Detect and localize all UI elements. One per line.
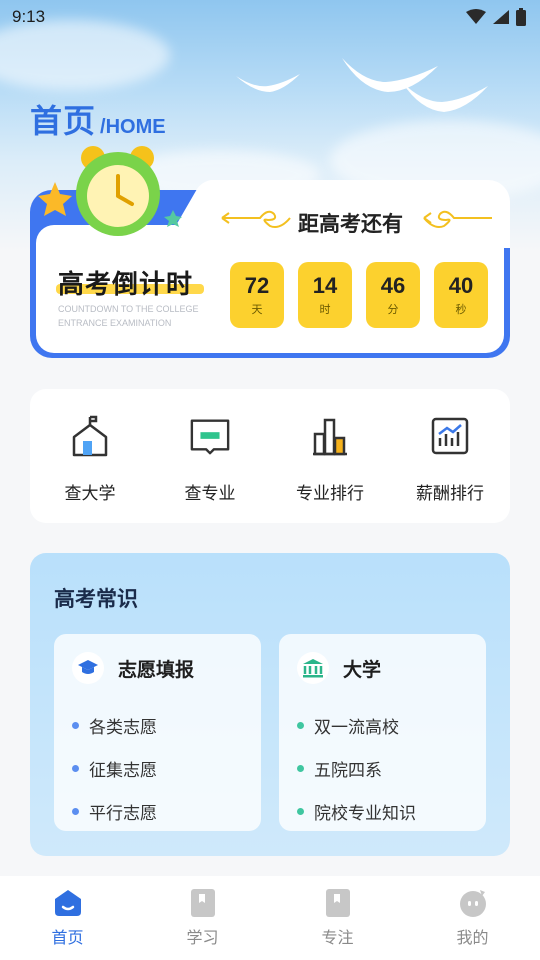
quick-menu: 查大学 查专业 专业排行 薪酬排行 — [30, 389, 510, 523]
card-application[interactable]: 志愿填报 各类志愿 征集志愿 平行志愿 — [54, 634, 261, 831]
university-icon — [303, 659, 323, 678]
page-title: 首页 /HOME — [30, 96, 166, 142]
list-item[interactable]: 双一流高校 — [297, 704, 416, 747]
home-icon — [54, 890, 81, 916]
countdown-title: 高考倒计时 — [58, 270, 194, 300]
tab-home[interactable]: 首页 — [0, 876, 135, 960]
list-item[interactable]: 征集志愿 — [72, 747, 157, 790]
alarm-clock-icon — [38, 146, 182, 236]
countdown-seconds: 40 秒 — [434, 262, 488, 328]
card-university-title: 大学 — [343, 658, 382, 681]
status-time: 9:13 — [12, 7, 46, 26]
ribbon-left-decoration — [221, 210, 291, 228]
countdown-days: 72 天 — [230, 262, 284, 328]
menu-item-major[interactable]: 查专业 — [150, 389, 270, 523]
bar-chart-icon — [313, 418, 347, 456]
profile-icon — [459, 890, 486, 917]
graduation-cap-icon — [78, 660, 98, 674]
trend-chart-icon — [431, 417, 469, 455]
seagull-icon — [402, 82, 488, 112]
signal-icon — [493, 10, 509, 24]
bottom-tab-bar: 首页 学习 专注 我的 — [0, 876, 540, 960]
page-title-cn: 首页 — [30, 102, 97, 140]
countdown-minutes: 46 分 — [366, 262, 420, 328]
status-bar: 9:13 — [0, 0, 540, 34]
knowledge-section: 高考常识 志愿填报 各类志愿 征集志愿 平行志愿 大学 双一流高校 五院四系 院… — [30, 553, 510, 856]
tab-profile[interactable]: 我的 — [405, 876, 540, 960]
ribbon-right-decoration — [423, 210, 492, 228]
battery-icon — [516, 8, 526, 26]
wifi-icon — [466, 9, 486, 24]
seagull-icon — [236, 74, 300, 92]
countdown-subtitle: COUNTDOWN TO THE COLLEGE ENTRANCE EXAMIN… — [58, 304, 199, 328]
countdown-heading: 距高考还有 — [298, 212, 403, 236]
menu-item-university[interactable]: 查大学 — [30, 389, 150, 523]
menu-item-major-ranking[interactable]: 专业排行 — [270, 389, 390, 523]
school-building-icon — [72, 415, 108, 457]
open-book-icon — [190, 419, 230, 455]
book-icon — [190, 889, 215, 917]
list-item[interactable]: 平行志愿 — [72, 790, 157, 833]
bookmark-book-icon — [325, 889, 350, 917]
card-application-title: 志愿填报 — [118, 658, 195, 681]
list-item[interactable]: 五院四系 — [297, 747, 416, 790]
page-title-en: /HOME — [100, 116, 166, 138]
menu-item-salary-ranking[interactable]: 薪酬排行 — [390, 389, 510, 523]
tab-focus[interactable]: 专注 — [270, 876, 405, 960]
countdown-timer: 72 天 14 时 46 分 40 秒 — [230, 262, 488, 328]
card-university[interactable]: 大学 双一流高校 五院四系 院校专业知识 — [279, 634, 486, 831]
knowledge-title: 高考常识 — [54, 587, 138, 611]
list-item[interactable]: 院校专业知识 — [297, 790, 416, 833]
countdown-hours: 14 时 — [298, 262, 352, 328]
tab-study[interactable]: 学习 — [135, 876, 270, 960]
list-item[interactable]: 各类志愿 — [72, 704, 157, 747]
